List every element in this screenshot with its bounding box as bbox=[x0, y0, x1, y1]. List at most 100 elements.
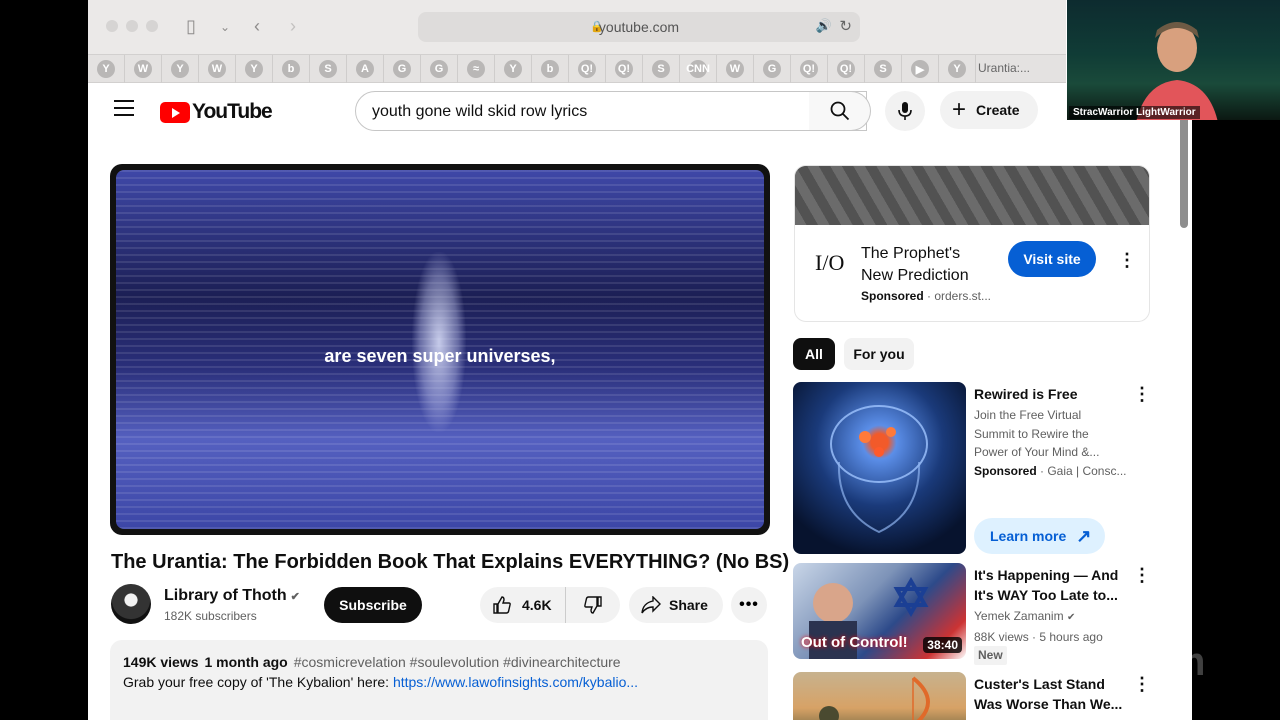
more-actions-button[interactable]: ••• bbox=[731, 587, 767, 623]
recommendation-sponsored[interactable]: Rewired is Free Join the Free Virtual Su… bbox=[793, 382, 1173, 554]
favorite-item[interactable]: G bbox=[384, 55, 421, 83]
reload-icon[interactable]: ↻ bbox=[839, 17, 852, 35]
sponsored-ad-card[interactable]: I/O The Prophet's New Prediction Sponsor… bbox=[794, 165, 1150, 322]
ad-more-icon[interactable]: ⋮ bbox=[1118, 250, 1136, 271]
channel-name-text[interactable]: Library of Thoth bbox=[164, 587, 287, 604]
close-window-button[interactable] bbox=[106, 20, 118, 32]
zoom-window-button[interactable] bbox=[146, 20, 158, 32]
favorite-item[interactable]: b bbox=[532, 55, 569, 83]
favorite-item[interactable]: S bbox=[643, 55, 680, 83]
like-button[interactable]: 4.6K bbox=[480, 587, 566, 623]
favorite-icon: b bbox=[541, 60, 559, 78]
favorite-item[interactable]: CNN bbox=[680, 55, 717, 83]
favorite-icon: Q! bbox=[578, 60, 596, 78]
forward-icon[interactable]: › bbox=[290, 16, 296, 37]
address-bar[interactable]: 🔒 youtube.com 🔊 ↻ bbox=[418, 12, 860, 42]
recommendation-more-icon[interactable]: ⋮ bbox=[1133, 565, 1151, 586]
recommendation-more-icon[interactable]: ⋮ bbox=[1133, 384, 1151, 405]
favorite-item[interactable]: W bbox=[125, 55, 162, 83]
learn-more-button[interactable]: Learn more ↗ bbox=[974, 518, 1105, 554]
favorite-item[interactable]: Q! bbox=[828, 55, 865, 83]
ad-title[interactable]: The Prophet's New Prediction bbox=[861, 243, 991, 287]
search-button[interactable] bbox=[809, 91, 871, 131]
speaker-icon[interactable]: 🔊 bbox=[816, 18, 832, 34]
video-thumbnail[interactable]: Out of Control! 38:40 bbox=[793, 563, 966, 659]
channel-name-text[interactable]: Yemek Zamanim bbox=[974, 609, 1064, 623]
favorite-item[interactable]: Q! bbox=[606, 55, 643, 83]
visit-site-button[interactable]: Visit site bbox=[1008, 241, 1096, 277]
more-horizontal-icon: ••• bbox=[739, 596, 759, 613]
chip-all[interactable]: All bbox=[793, 338, 835, 370]
ad-banner bbox=[795, 166, 1149, 225]
favorite-item[interactable]: Y bbox=[162, 55, 199, 83]
favorite-item[interactable]: W bbox=[199, 55, 236, 83]
channel-name[interactable]: Library of Thoth ✔ bbox=[164, 587, 300, 605]
webcam-person bbox=[1136, 22, 1218, 120]
favorite-icon: G bbox=[393, 60, 411, 78]
favorite-item[interactable]: G bbox=[754, 55, 791, 83]
favorite-item[interactable]: Y bbox=[88, 55, 125, 83]
description-box[interactable]: 149K views 1 month ago #cosmicrevelation #… bbox=[110, 640, 768, 720]
favorite-item[interactable]: W bbox=[717, 55, 754, 83]
favorite-item[interactable]: S bbox=[310, 55, 347, 83]
favorite-item[interactable]: ≈ bbox=[458, 55, 495, 83]
dislike-button[interactable] bbox=[566, 595, 620, 615]
recommendation-title[interactable]: It's Happening — And It's WAY Too Late t… bbox=[974, 565, 1124, 605]
voice-search-button[interactable] bbox=[885, 91, 925, 131]
plus-icon: + bbox=[952, 96, 967, 123]
video-player[interactable]: are seven super universes, bbox=[110, 164, 770, 535]
recommendation-channel[interactable]: Yemek Zamanim ✔ bbox=[974, 607, 1129, 628]
back-icon[interactable]: ‹ bbox=[254, 16, 260, 37]
video-duration: 38:40 bbox=[923, 637, 962, 653]
browser-window: ▯ ⌄ ‹ › 🔒 youtube.com 🔊 ↻ Y W Y W Yb S A G G ≈ Yb Q… bbox=[88, 0, 1192, 720]
menu-icon[interactable] bbox=[114, 100, 134, 116]
favorite-item[interactable]: Y bbox=[495, 55, 532, 83]
favorite-item[interactable]: ▶ bbox=[902, 55, 939, 83]
address-url[interactable]: youtube.com bbox=[418, 19, 860, 35]
page-scrollbar[interactable] bbox=[1180, 112, 1188, 228]
favorite-item[interactable]: G bbox=[421, 55, 458, 83]
share-icon bbox=[641, 596, 661, 614]
favorite-icon: W bbox=[726, 60, 744, 78]
favorite-item[interactable]: Q! bbox=[791, 55, 828, 83]
hashtags[interactable]: #cosmicrevelation #soulevolution #divine… bbox=[294, 654, 621, 670]
channel-avatar[interactable] bbox=[111, 584, 151, 624]
sidebar-icon[interactable]: ▯ bbox=[186, 16, 196, 37]
description-meta: 149K views 1 month ago #cosmicrevelation #… bbox=[123, 654, 755, 670]
window-controls bbox=[106, 20, 158, 32]
favorite-item[interactable]: b bbox=[273, 55, 310, 83]
favorite-icon: Y bbox=[948, 60, 966, 78]
favorite-item[interactable]: Y bbox=[236, 55, 273, 83]
favorite-item[interactable]: S bbox=[865, 55, 902, 83]
share-button[interactable]: Share bbox=[629, 587, 723, 623]
favorite-item[interactable]: Y bbox=[939, 55, 976, 83]
minimize-window-button[interactable] bbox=[126, 20, 138, 32]
favorite-urantia[interactable]: Urantia:... bbox=[978, 61, 1030, 75]
video-thumbnail[interactable] bbox=[793, 672, 966, 720]
search-input[interactable]: youth gone wild skid row lyrics ✕ bbox=[355, 91, 867, 131]
brain-thumbnail[interactable] bbox=[793, 382, 966, 554]
chip-for-you[interactable]: For you bbox=[844, 338, 914, 370]
description-link[interactable]: https://www.lawofinsights.com/kybalio... bbox=[393, 674, 638, 690]
favorite-icon: Y bbox=[504, 60, 522, 78]
youtube-logo[interactable]: YouTube bbox=[160, 100, 273, 124]
webcam-overlay: StracWarrior LightWarrior bbox=[1067, 0, 1280, 120]
create-label: Create bbox=[976, 102, 1020, 118]
favorite-icon: ≈ bbox=[467, 60, 485, 78]
create-button[interactable]: + Create bbox=[940, 91, 1038, 129]
recommendation-title[interactable]: Rewired is Free bbox=[974, 384, 1124, 404]
thumbnail-text: Out of Control! bbox=[801, 634, 908, 651]
search-query[interactable]: youth gone wild skid row lyrics bbox=[372, 103, 587, 121]
view-count: 149K views bbox=[123, 654, 199, 670]
subscribe-button[interactable]: Subscribe bbox=[324, 587, 422, 623]
description-line-1: Join the Free Virtual bbox=[974, 408, 1082, 422]
share-label: Share bbox=[669, 597, 708, 613]
youtube-play-icon bbox=[160, 101, 190, 123]
favorite-icon: S bbox=[652, 60, 670, 78]
favorite-icon: W bbox=[208, 60, 226, 78]
favorite-item[interactable]: A bbox=[347, 55, 384, 83]
webcam-name-label: StracWarrior LightWarrior bbox=[1069, 106, 1200, 119]
chevron-down-icon[interactable]: ⌄ bbox=[220, 20, 230, 34]
favorite-item[interactable]: Q! bbox=[569, 55, 606, 83]
favorite-icon: CNN bbox=[686, 60, 710, 78]
